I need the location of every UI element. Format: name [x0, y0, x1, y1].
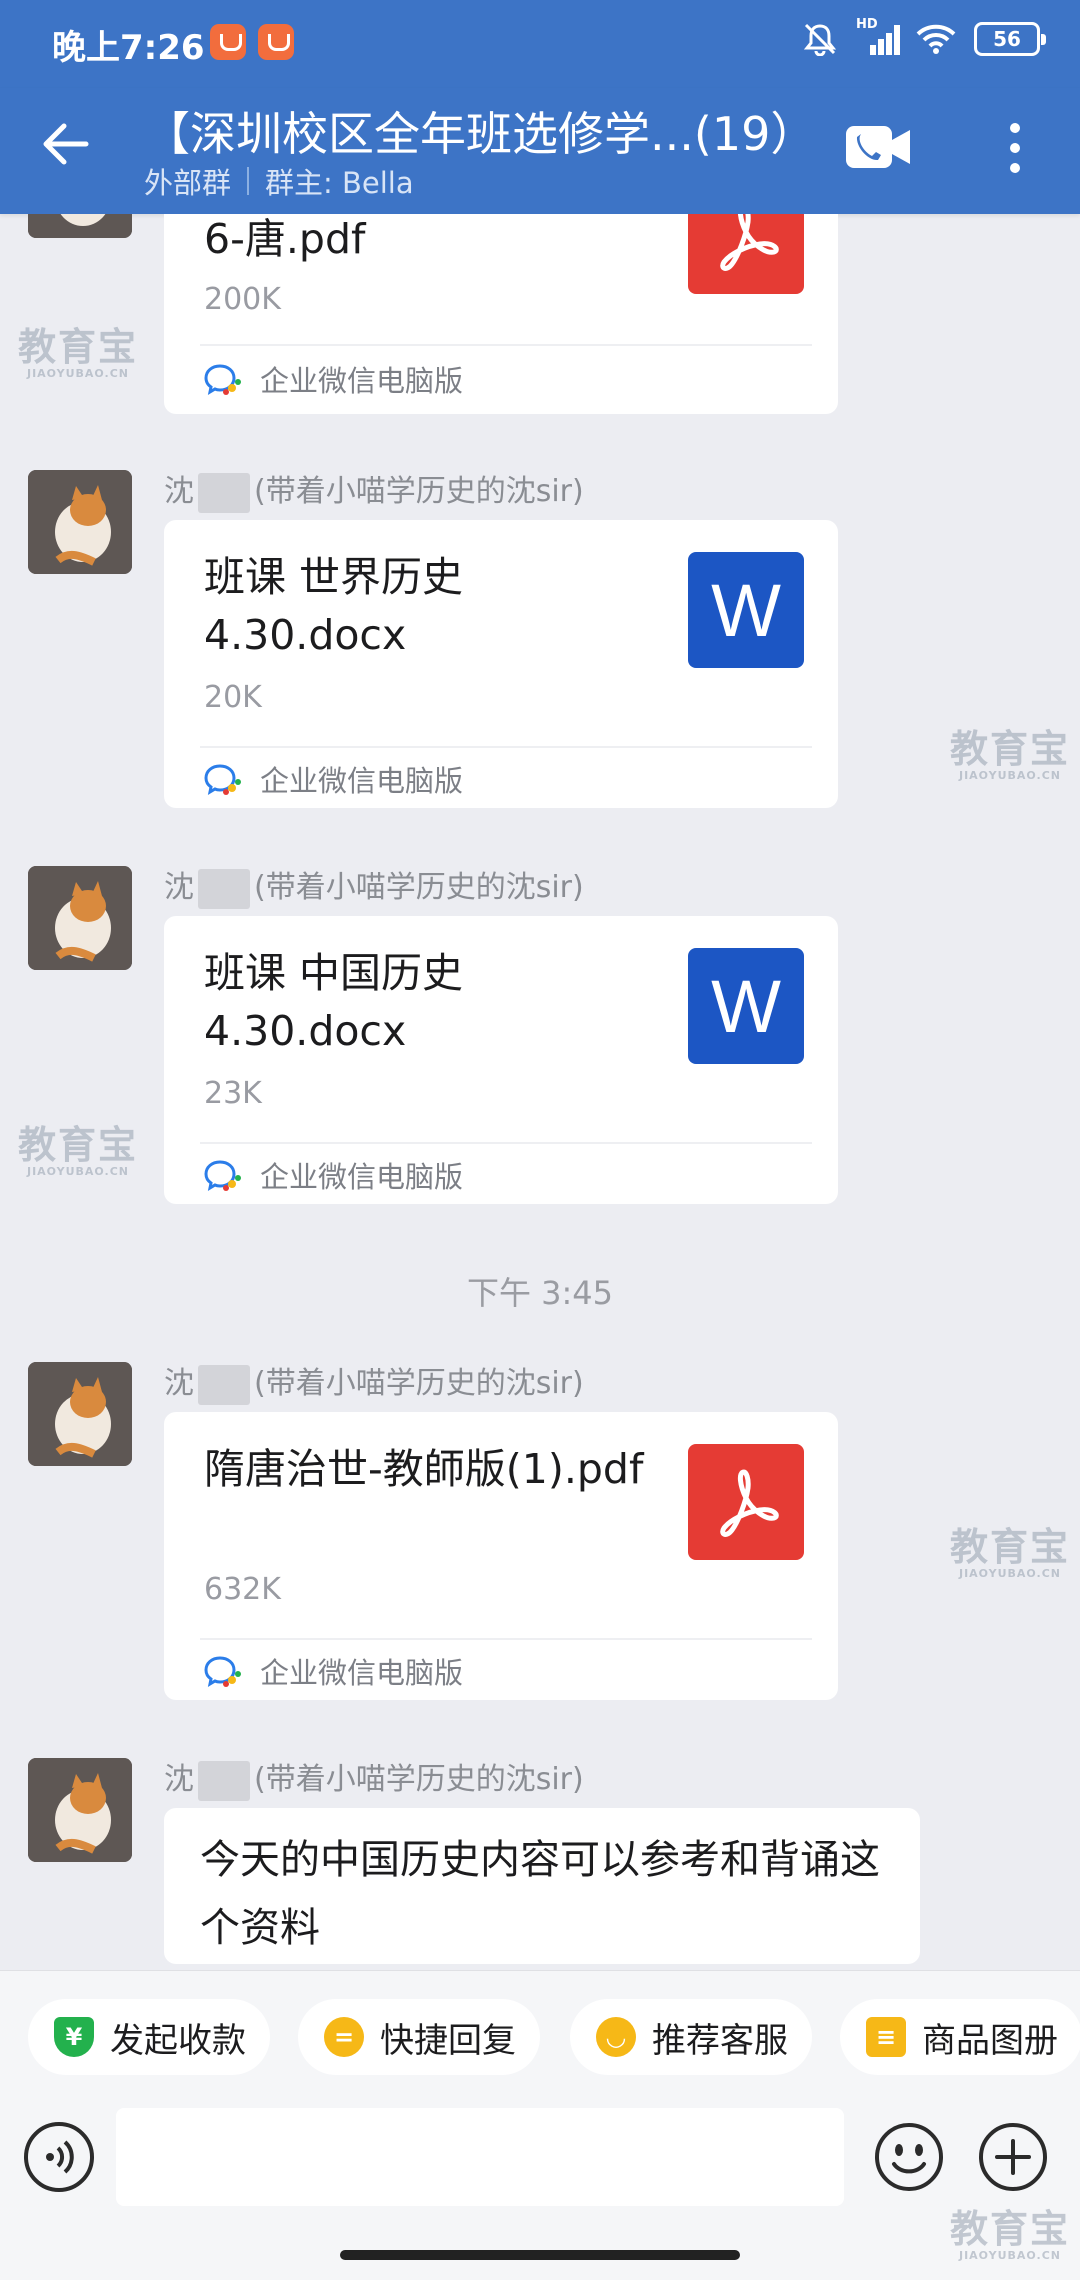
- word-file-icon: W: [688, 552, 804, 668]
- shopping-app-notification-icon: [258, 24, 294, 60]
- voice-input-icon[interactable]: [24, 2122, 94, 2192]
- message-timestamp: 下午 3:45: [466, 1274, 614, 1312]
- watermark: 教育宝 JIAOYUBAO.CN: [18, 325, 139, 380]
- file-name: 隋唐治世-教師版(1).pdf: [204, 1445, 644, 1493]
- service-chat-icon: ◡: [596, 2017, 636, 2057]
- shopping-app-notification-icon: [210, 24, 246, 60]
- message-source-label: 企业微信电脑版: [260, 1656, 464, 1690]
- watermark: 教育宝 JIAOYUBAO.CN: [950, 1525, 1071, 1580]
- redacted-name: [198, 868, 250, 909]
- catalog-icon: ≡: [866, 2017, 906, 2057]
- plus-icon[interactable]: [978, 2122, 1048, 2192]
- request-payment-button[interactable]: ¥ 发起收款: [28, 1999, 270, 2075]
- group-subtitle: 外部群 群主: Bella: [144, 160, 414, 202]
- group-title[interactable]: 【深圳校区全年班选修学...(19）: [144, 98, 816, 164]
- wecom-icon: [204, 1656, 241, 1688]
- wifi-icon: [916, 24, 956, 54]
- payment-icon: ¥: [54, 2017, 94, 2057]
- quick-action-label: 推荐客服: [652, 2020, 788, 2061]
- bell-muted-icon: [803, 23, 837, 56]
- quick-action-label: 商品图册: [922, 2020, 1058, 2061]
- text-message-bubble[interactable]: 今天的中国历史内容可以参考和背诵这个资料: [164, 1808, 920, 1964]
- status-time: 晚上7:26: [52, 28, 205, 68]
- home-indicator[interactable]: [340, 2250, 740, 2260]
- file-size: 632K: [204, 1572, 281, 1607]
- file-size: 200K: [204, 282, 281, 317]
- wecom-icon: [204, 1160, 241, 1192]
- group-owner-label: 群主: Bella: [265, 166, 414, 200]
- file-name: 6-唐.pdf: [204, 215, 366, 263]
- signal-icon: HD: [856, 17, 900, 55]
- avatar[interactable]: [28, 866, 132, 970]
- sender-name: 沈 (带着小喵学历史的沈sir): [164, 466, 584, 513]
- pdf-file-icon: [688, 214, 804, 294]
- watermark: 教育宝 JIAOYUBAO.CN: [950, 727, 1071, 782]
- wecom-icon: [204, 364, 241, 396]
- divider: [200, 1142, 812, 1144]
- quick-reply-icon: =: [324, 2017, 364, 2057]
- message-source-label: 企业微信电脑版: [260, 364, 464, 398]
- avatar[interactable]: [28, 470, 132, 574]
- recommend-service-button[interactable]: ◡ 推荐客服: [570, 1999, 812, 2075]
- file-message-card[interactable]: 班课 中国历史 4.30.docx 23K W 企业微信电脑版: [164, 916, 838, 1204]
- more-options-icon[interactable]: [1000, 118, 1030, 178]
- arrow-left-icon: [43, 123, 89, 165]
- avatar[interactable]: [28, 1362, 132, 1466]
- chat-message-list[interactable]: 教育宝 JIAOYUBAO.CN 教育宝 JIAOYUBAO.CN 教育宝 JIAOY…: [0, 214, 1080, 1970]
- file-message-card[interactable]: 班课 世界历史 4.30.docx 20K W 企业微信电脑版: [164, 520, 838, 808]
- sender-name: 沈 (带着小喵学历史的沈sir): [164, 1754, 584, 1801]
- watermark: 教育宝 JIAOYUBAO.CN: [18, 1123, 139, 1178]
- wecom-icon: [204, 764, 241, 796]
- message-source: 企业微信电脑版: [204, 1154, 463, 1196]
- divider: [247, 167, 250, 195]
- avatar[interactable]: [28, 1758, 132, 1862]
- message-source: 企业微信电脑版: [204, 758, 463, 800]
- message-source: 企业微信电脑版: [204, 358, 463, 400]
- redacted-name: [198, 472, 250, 513]
- chat-header: 【深圳校区全年班选修学...(19） 外部群 群主: Bella: [0, 88, 1080, 214]
- call-button[interactable]: [846, 124, 912, 170]
- message-source-label: 企业微信电脑版: [260, 764, 464, 798]
- avatar[interactable]: [28, 214, 132, 238]
- divider: [200, 746, 812, 748]
- file-size: 20K: [204, 680, 262, 715]
- back-button[interactable]: [36, 114, 96, 174]
- file-size: 23K: [204, 1076, 262, 1111]
- message-source-label: 企业微信电脑版: [260, 1160, 464, 1194]
- hd-label: HD: [856, 17, 878, 32]
- watermark: 教育宝 JIAOYUBAO.CN: [950, 2207, 1071, 2262]
- file-message-card[interactable]: 隋唐治世-教師版(1).pdf 632K 企业微信电脑版: [164, 1412, 838, 1700]
- status-bar: 晚上7:26 HD 56: [0, 0, 1080, 88]
- group-type-label: 外部群: [144, 166, 232, 200]
- quick-action-label: 发起收款: [110, 2020, 246, 2061]
- emoji-icon[interactable]: [874, 2122, 944, 2192]
- word-file-icon: W: [688, 948, 804, 1064]
- message-source: 企业微信电脑版: [204, 1650, 463, 1692]
- divider: [200, 1638, 812, 1640]
- quick-action-label: 快捷回复: [380, 2020, 516, 2061]
- sender-name: 沈 (带着小喵学历史的沈sir): [164, 1358, 584, 1405]
- file-name: 班课 中国历史 4.30.docx: [204, 949, 464, 1055]
- file-name: 班课 世界历史 4.30.docx: [204, 553, 464, 659]
- redacted-name: [198, 1760, 250, 1801]
- message-text-input[interactable]: [116, 2108, 844, 2206]
- redacted-name: [198, 1364, 250, 1405]
- quick-action-bar[interactable]: ¥ 发起收款 = 快捷回复 ◡ 推荐客服 ≡ 商品图册: [0, 1970, 1080, 2086]
- file-message-card[interactable]: 6-唐.pdf 200K 企业微信电脑版: [164, 214, 838, 414]
- pdf-file-icon: [688, 1444, 804, 1560]
- battery-icon: 56: [974, 22, 1046, 56]
- divider: [200, 344, 812, 346]
- product-catalog-button[interactable]: ≡ 商品图册: [840, 1999, 1080, 2075]
- quick-reply-button[interactable]: = 快捷回复: [298, 1999, 540, 2075]
- sender-name: 沈 (带着小喵学历史的沈sir): [164, 862, 584, 909]
